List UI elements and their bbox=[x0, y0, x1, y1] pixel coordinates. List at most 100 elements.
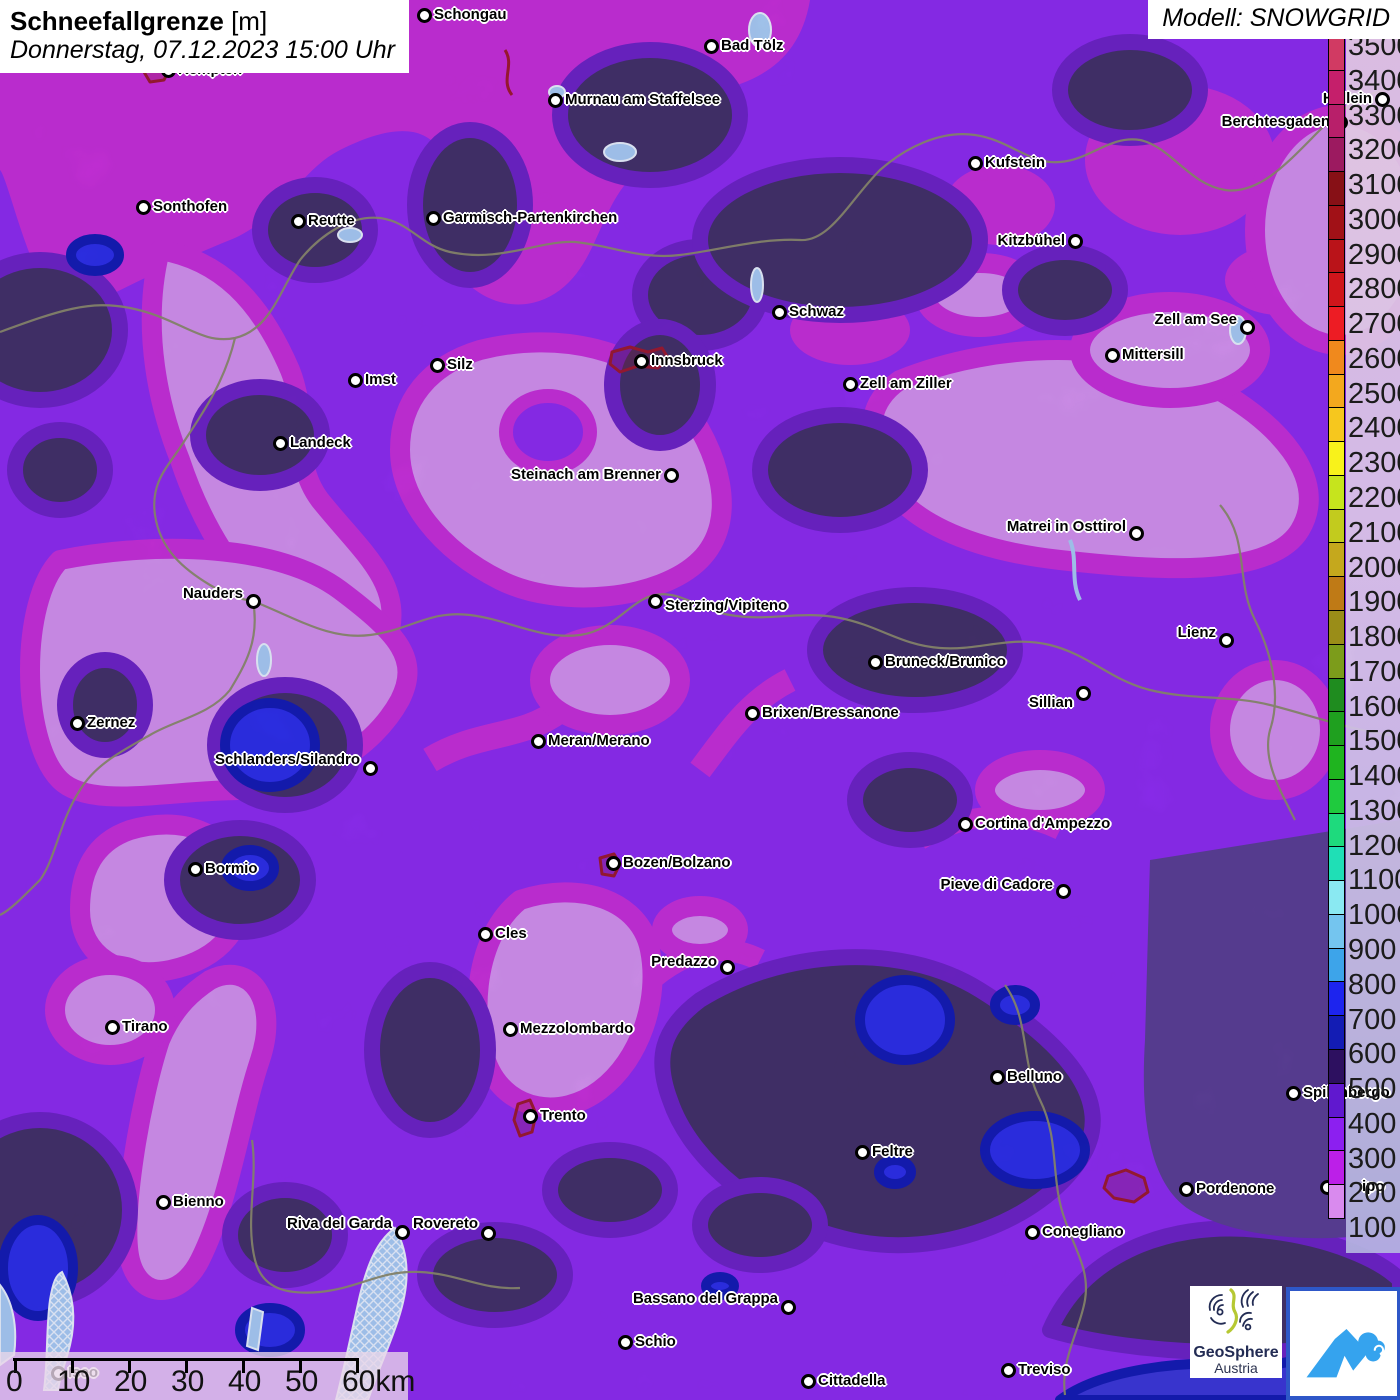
colorbar-label: 400 bbox=[1348, 1107, 1397, 1140]
colorbar-label: 700 bbox=[1348, 1003, 1397, 1036]
city-dot bbox=[957, 816, 973, 832]
mountain-cloud-icon bbox=[1306, 1328, 1385, 1377]
colorbar-segment bbox=[1328, 778, 1345, 814]
city-label: Bormio bbox=[205, 860, 258, 877]
city-dot bbox=[1055, 883, 1071, 899]
colorbar-label: 1000 bbox=[1348, 899, 1400, 932]
page-title: Schneefallgrenze [m] bbox=[10, 6, 395, 36]
city-label: Bruneck/Brunico bbox=[885, 653, 1006, 670]
city-marker-layer: SchongauBad TölzKemptenMurnau am Staffel… bbox=[0, 0, 1400, 1400]
colorbar-label: 3400 bbox=[1348, 64, 1400, 97]
city-dot bbox=[394, 1224, 410, 1240]
city-label: Belluno bbox=[1007, 1068, 1062, 1085]
city-label: Cles bbox=[495, 925, 527, 942]
city-dot bbox=[744, 705, 760, 721]
colorbar-segment bbox=[1328, 610, 1345, 645]
city-label: Kufstein bbox=[985, 154, 1045, 171]
city-label: Zell am Ziller bbox=[860, 375, 952, 392]
colorbar-segment bbox=[1328, 1116, 1345, 1152]
colorbar-segment bbox=[1328, 947, 1345, 983]
city-dot bbox=[425, 210, 441, 226]
scale-bar-label: 50 bbox=[285, 1365, 319, 1398]
city-label: Reutte bbox=[308, 212, 355, 229]
city-dot bbox=[1075, 685, 1091, 701]
city-label: Mittersill bbox=[1122, 346, 1184, 363]
colorbar-segment bbox=[1328, 171, 1345, 206]
colorbar-label: 1400 bbox=[1348, 760, 1400, 793]
city-label: Kitzbühel bbox=[997, 232, 1066, 249]
city-label: Pordenone bbox=[1196, 1180, 1275, 1197]
colorbar-segment bbox=[1328, 576, 1345, 612]
colorbar-label: 1900 bbox=[1348, 586, 1400, 619]
snowfall-limit-map-screenshot: SchongauBad TölzKemptenMurnau am Staffel… bbox=[0, 0, 1400, 1400]
scale-bar-label: 0 bbox=[6, 1365, 23, 1398]
colorbar-segment bbox=[1328, 69, 1345, 105]
city-label: Lienz bbox=[1177, 624, 1216, 641]
colorbar-label: 2300 bbox=[1348, 447, 1400, 480]
colorbar-segment bbox=[1328, 1048, 1345, 1084]
city-label: Sonthofen bbox=[153, 198, 228, 215]
scale-bar-label: 20 bbox=[114, 1365, 148, 1398]
city-dot bbox=[771, 304, 787, 320]
city-label: Zernez bbox=[87, 714, 136, 731]
city-dot bbox=[522, 1108, 538, 1124]
colorbar bbox=[1328, 36, 1345, 1219]
colorbar-segment bbox=[1328, 373, 1345, 409]
colorbar-segment bbox=[1328, 508, 1345, 544]
city-dot bbox=[780, 1299, 796, 1315]
city-label: Trento bbox=[540, 1107, 586, 1124]
model-label: Modell: SNOWGRID bbox=[1148, 0, 1400, 39]
city-label: Feltre bbox=[872, 1143, 913, 1160]
colorbar-label: 800 bbox=[1348, 968, 1397, 1001]
city-label: Zell am See bbox=[1154, 311, 1237, 328]
scale-bar-label: 60km bbox=[342, 1365, 416, 1398]
colorbar-segment bbox=[1328, 542, 1345, 578]
title-unit: [m] bbox=[223, 6, 268, 36]
city-dot bbox=[245, 593, 261, 609]
colorbar-segment bbox=[1328, 1150, 1345, 1186]
colorbar-segment bbox=[1328, 1184, 1345, 1219]
city-label: Conegliano bbox=[1042, 1223, 1124, 1240]
city-label: Treviso bbox=[1018, 1361, 1071, 1378]
title-parameter: Schneefallgrenze bbox=[10, 6, 224, 36]
city-dot bbox=[187, 861, 203, 877]
geosphere-logo: GeoSphere Austria bbox=[1190, 1286, 1282, 1378]
colorbar-label: 2500 bbox=[1348, 377, 1400, 410]
city-dot bbox=[1000, 1362, 1016, 1378]
valid-datetime: Donnerstag, 07.12.2023 15:00 Uhr bbox=[10, 36, 395, 64]
city-label: Cittadella bbox=[818, 1372, 886, 1389]
city-label: Mezzolombardo bbox=[520, 1020, 634, 1037]
city-label: Berchtesgaden bbox=[1221, 113, 1330, 130]
geosphere-contour-icon bbox=[1208, 1288, 1259, 1334]
colorbar-label: 2800 bbox=[1348, 273, 1400, 306]
city-dot bbox=[842, 376, 858, 392]
city-label: Schongau bbox=[434, 6, 507, 23]
city-dot bbox=[1024, 1224, 1040, 1240]
city-label: Murnau am Staffelsee bbox=[565, 91, 721, 108]
colorbar-label: 600 bbox=[1348, 1038, 1397, 1071]
colorbar-segment bbox=[1328, 677, 1345, 713]
colorbar-segment bbox=[1328, 137, 1345, 173]
colorbar-segment bbox=[1328, 643, 1345, 679]
city-dot bbox=[800, 1373, 816, 1389]
city-dot bbox=[416, 7, 432, 23]
colorbar-label: 1200 bbox=[1348, 829, 1400, 862]
city-dot bbox=[967, 155, 983, 171]
city-dot bbox=[647, 593, 663, 609]
city-label: Matrei in Osttirol bbox=[1006, 518, 1126, 535]
colorbar-label: 1500 bbox=[1348, 725, 1400, 758]
colorbar-segment bbox=[1328, 880, 1345, 915]
colorbar-label: 1700 bbox=[1348, 655, 1400, 688]
city-dot bbox=[1285, 1085, 1301, 1101]
colorbar-label: 200 bbox=[1348, 1177, 1397, 1210]
city-label: Silz bbox=[447, 356, 473, 373]
city-label: Landeck bbox=[290, 434, 351, 451]
city-label: Innsbruck bbox=[651, 352, 723, 369]
city-label: Tirano bbox=[122, 1018, 168, 1035]
colorbar-label: 2100 bbox=[1348, 516, 1400, 549]
colorbar-segment bbox=[1328, 238, 1345, 274]
colorbar-label: 3000 bbox=[1348, 203, 1400, 236]
city-dot bbox=[429, 357, 445, 373]
avalanche-report-logo bbox=[1286, 1287, 1400, 1400]
city-label: Nauders bbox=[182, 585, 243, 602]
